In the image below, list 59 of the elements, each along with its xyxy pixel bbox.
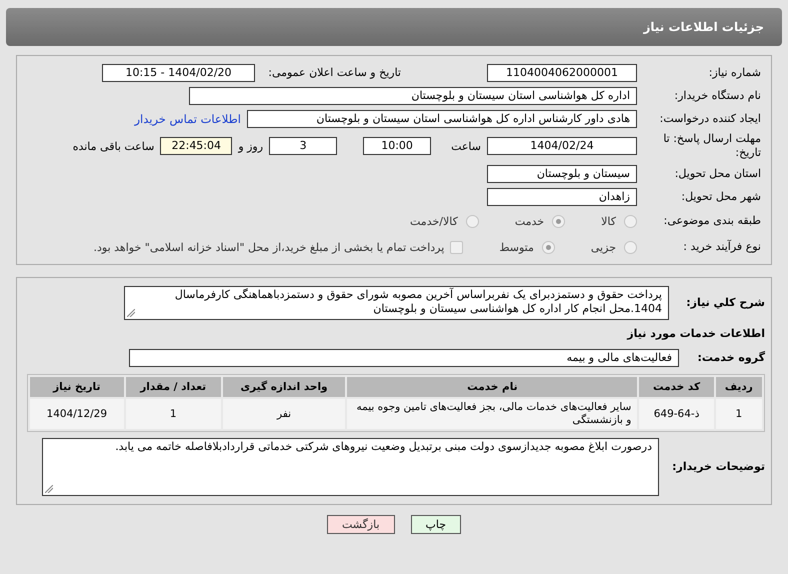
field-label: شرح کلي نیاز: xyxy=(685,296,765,310)
field-label: نوع فرآیند خرید : xyxy=(682,240,761,254)
field-label: ایجاد کننده درخواست: xyxy=(658,112,761,126)
checkbox[interactable] xyxy=(450,240,464,254)
field-label: طبقه بندی موضوعی: xyxy=(662,214,761,228)
table-cell: 1 xyxy=(716,399,762,429)
print-button[interactable]: چاپ xyxy=(410,515,462,534)
column-header: تعداد / مقدار xyxy=(126,377,221,397)
resize-grip-icon[interactable] xyxy=(45,485,53,493)
option-label: خدمت xyxy=(514,214,544,228)
option-label: کالا xyxy=(601,214,616,228)
table-cell: ذ-64-649 xyxy=(639,399,714,429)
field-label: گروه خدمت: xyxy=(696,351,765,365)
option-label: جزیی xyxy=(590,240,616,254)
deadline-time-field: 10:00 xyxy=(363,137,432,155)
province-field: سیستان و بلوچستان xyxy=(487,164,637,182)
field-label: توضیحات خریدار: xyxy=(671,460,765,474)
field-label: مهلت ارسال پاسخ: تا تاریخ: xyxy=(662,132,761,160)
buyer-org-field: اداره کل هواشناسی استان سیستان و بلوچستان xyxy=(189,86,637,104)
field-label: شماره نیاز: xyxy=(708,66,761,80)
back-button[interactable]: بازگشت xyxy=(326,515,395,534)
buyer-notes-field: درصورت ابلاغ مصوبه جدیدازسوی دولت مبنی برتبدیل وضعیت نیروهای شرکتی خدماتی قراردادبلافاصله خاتمه می یابد. xyxy=(42,438,659,496)
column-header: واحد اندازه گیری xyxy=(222,377,346,397)
days-label: روز و xyxy=(238,140,264,152)
option-label: متوسط xyxy=(499,240,534,254)
remaining-label: ساعت باقی مانده xyxy=(72,140,154,152)
field-label: استان محل تحویل: xyxy=(674,166,761,180)
contact-link[interactable]: اطلاعات تماس خریدار xyxy=(134,112,241,126)
radio-button[interactable] xyxy=(552,214,566,228)
days-field: 3 xyxy=(269,137,338,155)
column-header: تاریخ نیاز xyxy=(30,377,124,397)
column-header: نام خدمت xyxy=(347,377,638,397)
table-cell: 1 xyxy=(126,399,221,429)
service-group-field: فعالیت‌های مالی و بیمه xyxy=(129,349,679,367)
announce-date-field: 1404/02/20 - 10:15 xyxy=(102,64,255,82)
description-field: پرداخت حقوق و دستمزدبرای یک نفربراساس آخرین مصوبه شورای حقوق و دستمزدباهماهنگی کارفرماسال 1404.محل انجام کار اداره کل هواشناسی سیستان و بلوچستان xyxy=(124,286,669,320)
table-cell: سایر فعالیت‌های خدمات مالی، بجز فعالیت‌های تامین وجوه بیمه و بازنشستگی xyxy=(347,399,638,429)
radio-button[interactable] xyxy=(624,240,637,254)
checkbox-label: پرداخت تمام یا بخشی از مبلغ خرید،از محل "اسناد خزانه اسلامی" خواهد بود. xyxy=(94,240,444,254)
column-header: کد خدمت xyxy=(639,377,714,397)
option-label: کالا/خدمت xyxy=(410,214,458,228)
radio-button[interactable] xyxy=(542,240,555,254)
section-heading: اطلاعات خدمات مورد نیاز xyxy=(626,327,765,341)
resize-grip-icon[interactable] xyxy=(127,309,135,317)
field-label: شهر محل تحویل: xyxy=(680,190,761,204)
column-header: ردیف xyxy=(716,377,762,397)
table-cell: 1404/12/29 xyxy=(30,399,124,429)
remaining-time-field: 22:45:04 xyxy=(160,137,232,155)
radio-button[interactable] xyxy=(466,214,479,228)
field-label: تاریخ و ساعت اعلان عمومی: xyxy=(267,66,401,80)
radio-button[interactable] xyxy=(624,214,637,228)
requester-field: هادی داور کارشناس اداره کل هواشناسی استان سیستان و بلوچستان xyxy=(247,110,637,128)
time-label: ساعت xyxy=(451,140,481,152)
city-field: زاهدان xyxy=(487,188,637,206)
field-label: نام دستگاه خریدار: xyxy=(673,88,761,102)
page-title: جزئیات اطلاعات نیاز xyxy=(643,20,764,34)
table-cell: نفر xyxy=(222,399,346,429)
deadline-date-field: 1404/02/24 xyxy=(487,137,637,155)
need-number-field: 1104004062000001 xyxy=(487,64,637,82)
